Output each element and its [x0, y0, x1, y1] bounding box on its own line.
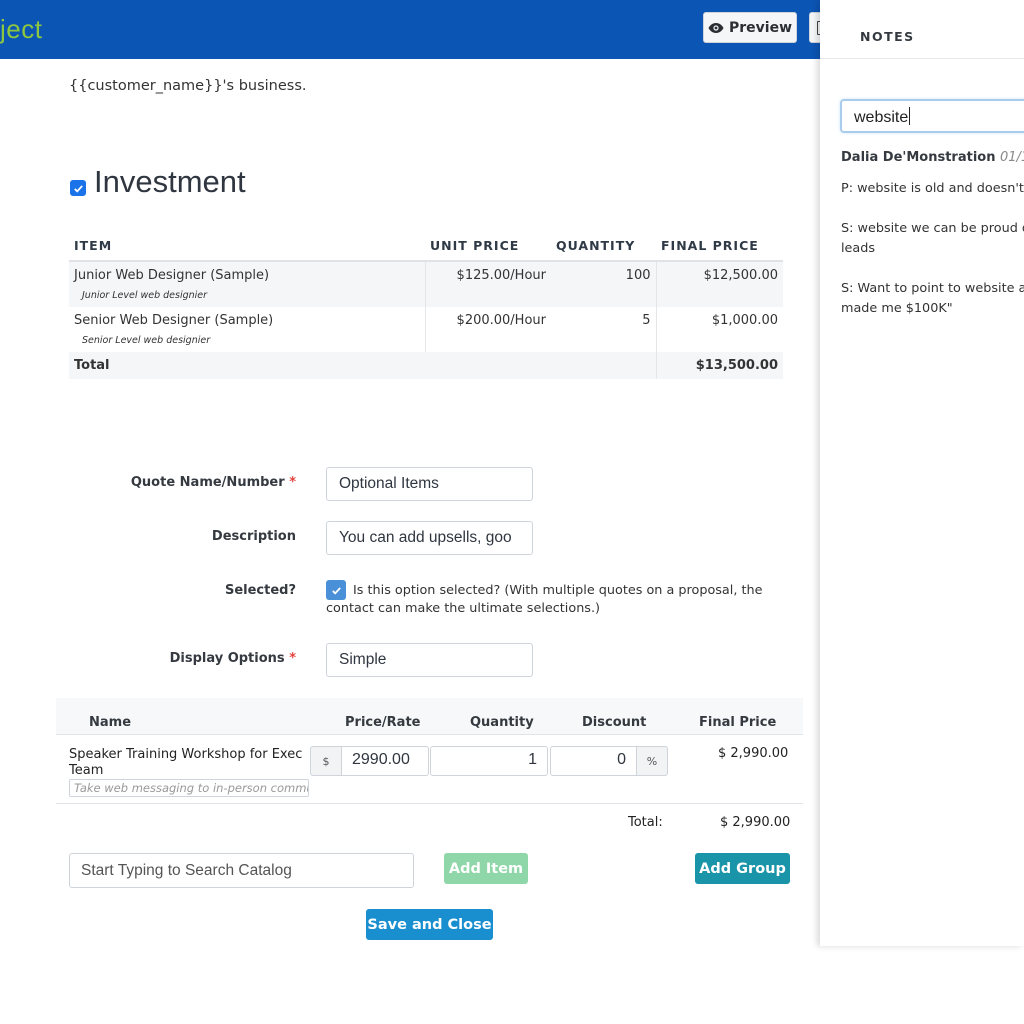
note-line: leads [841, 241, 876, 256]
column-header-unit-price: UNIT PRICE [425, 230, 551, 262]
column-header-final-price: FINAL PRICE [656, 230, 783, 262]
brand-title: ject [0, 14, 43, 44]
unit-price-cell: $125.00/Hour [424, 261, 551, 307]
header-name: Name [89, 715, 132, 730]
table-row: Junior Web Designer (Sample) Junior Leve… [69, 261, 783, 307]
header-quantity: Quantity [470, 715, 534, 730]
description-label: Description [211, 529, 296, 544]
investment-heading: Investment [94, 164, 246, 199]
table-total-row: Total $13,500.00 [69, 352, 783, 379]
line-items-header: Name Price/Rate Quantity Discount Final … [56, 698, 803, 735]
header-final-price: Final Price [699, 715, 777, 730]
check-icon [73, 184, 83, 193]
preview-label: Preview [728, 19, 792, 36]
add-item-button[interactable]: Add Item [444, 853, 528, 884]
line-item-name[interactable]: Speaker Training Workshop for Exec Team [69, 747, 309, 779]
item-description: Junior Level web designier [82, 290, 208, 301]
total-label: Total [69, 352, 656, 379]
note-line: S: Want to point to website a [841, 281, 1024, 296]
unit-price-cell: $200.00/Hour [424, 307, 551, 352]
quantity-input[interactable]: 1 [430, 746, 548, 776]
selected-help-text: Is this option selected? (With multiple … [326, 583, 763, 616]
divider [56, 803, 803, 804]
item-description: Senior Level web designier [82, 335, 211, 346]
catalog-search-input[interactable]: Start Typing to Search Catalog [69, 853, 414, 888]
item-name: Junior Web Designer (Sample) [74, 268, 270, 283]
required-marker: * [289, 651, 296, 666]
text-cursor [909, 107, 911, 125]
description-input[interactable]: You can add upsells, goo [326, 521, 533, 555]
final-price-cell: $1,000.00 [655, 307, 783, 352]
header-price-rate: Price/Rate [345, 715, 421, 730]
note-author: Dalia De'Monstration 01/13 [841, 150, 1024, 165]
merge-field-text: {{customer_name}}'s business. [69, 78, 307, 94]
note-line: S: website we can be proud o [841, 221, 1024, 236]
notes-title: NOTES [860, 29, 915, 44]
required-marker: * [289, 475, 296, 490]
add-group-button[interactable]: Add Group [695, 853, 790, 884]
notes-search-input[interactable]: website [840, 99, 1024, 133]
investment-table: ITEM UNIT PRICE QUANTITY FINAL PRICE Jun… [69, 230, 783, 379]
display-options-select[interactable]: Simple [326, 643, 533, 677]
item-name: Senior Web Designer (Sample) [74, 313, 274, 328]
header-discount: Discount [582, 715, 647, 730]
final-price-cell: $12,500.00 [655, 261, 783, 307]
note-line: P: website is old and doesn't [841, 181, 1024, 196]
quantity-cell: 5 [642, 313, 651, 328]
currency-addon: $ [310, 746, 342, 776]
quote-name-label: Quote Name/Number * [130, 475, 296, 490]
eye-icon [708, 22, 724, 33]
line-item-final-price: $ 2,990.00 [718, 746, 789, 761]
notes-panel: NOTES website Dalia De'Monstration 01/13… [820, 0, 1024, 946]
column-header-quantity: QUANTITY [551, 230, 656, 262]
display-options-label: Display Options * [169, 651, 296, 666]
notes-header: NOTES [820, 0, 1024, 59]
note-date: 01/13 [1000, 150, 1024, 165]
price-input[interactable]: 2990.00 [341, 746, 429, 776]
quote-name-input[interactable]: Optional Items [326, 467, 533, 501]
percent-addon: % [636, 746, 668, 776]
line-items-total-label: Total: [628, 815, 663, 830]
line-items-total-value: $ 2,990.00 [720, 815, 791, 830]
save-and-close-button[interactable]: Save and Close [366, 909, 493, 940]
selected-label: Selected? [224, 583, 296, 598]
note-line: made me $100K" [841, 301, 953, 316]
discount-input[interactable]: 0 [550, 746, 637, 776]
table-row: Senior Web Designer (Sample) Senior Leve… [69, 307, 783, 352]
line-item-description-input[interactable]: Take web messaging to in-person commu [69, 779, 309, 797]
column-header-item: ITEM [69, 230, 425, 262]
total-value: $13,500.00 [655, 352, 783, 379]
preview-button[interactable]: Preview [703, 12, 797, 43]
investment-checkbox[interactable] [70, 180, 86, 196]
quantity-cell: 100 [551, 261, 656, 307]
